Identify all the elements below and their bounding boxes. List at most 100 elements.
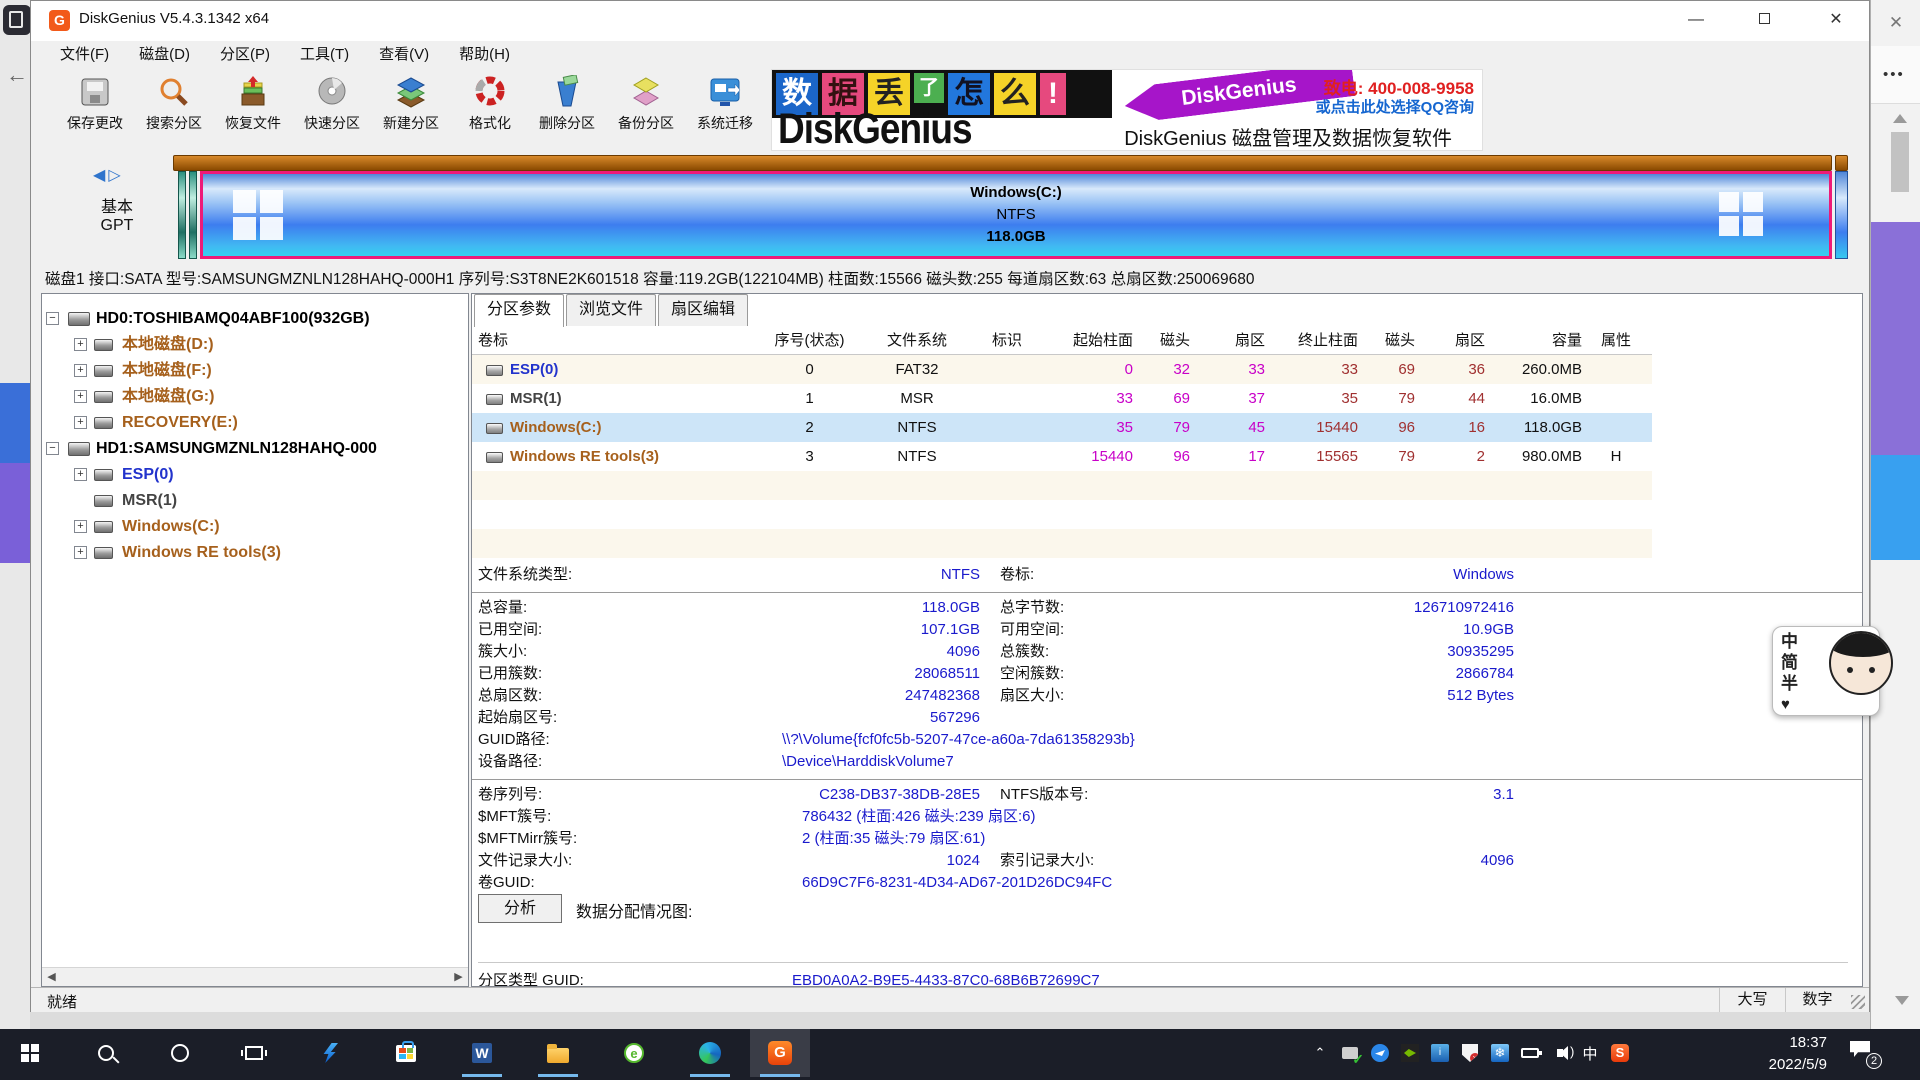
- tree-item-msr[interactable]: MSR(1): [42, 488, 468, 514]
- title-bar[interactable]: G DiskGenius V5.4.3.1342 x64 — ✕: [31, 1, 1869, 41]
- quick-partition-button[interactable]: 快速分区: [292, 73, 372, 149]
- ime-mode-labels: 中 简 半: [1781, 631, 1798, 694]
- tray-intel-graphics-icon[interactable]: i: [1425, 1038, 1455, 1068]
- banner-tagline: DiskGenius 磁盘管理及数据恢复软件: [1124, 122, 1452, 151]
- ime-floating-widget[interactable]: 中 简 半 ♥: [1772, 626, 1880, 716]
- back-arrow-icon[interactable]: ←: [4, 62, 30, 88]
- delete-partition-button[interactable]: 删除分区: [527, 73, 607, 149]
- search-button[interactable]: [76, 1029, 136, 1077]
- promo-banner[interactable]: 数 据 丢 了 怎 么 ! DiskGenius DiskGenius 致电: …: [771, 69, 1483, 151]
- expand-icon[interactable]: +: [74, 364, 87, 377]
- tray-sogou-icon[interactable]: S: [1605, 1038, 1635, 1068]
- tab-strip: 分区参数 浏览文件 扇区编辑: [474, 294, 750, 326]
- analyze-button[interactable]: 分析: [478, 894, 562, 923]
- partition-table: 卷标 序号(状态) 文件系统 标识 起始柱面 磁头 扇区 终止柱面 磁头 扇区 …: [472, 327, 1652, 558]
- expand-icon[interactable]: +: [74, 520, 87, 533]
- taskbar-app-edge[interactable]: [680, 1029, 740, 1077]
- tray-power-icon[interactable]: [1515, 1038, 1545, 1068]
- expand-icon[interactable]: +: [74, 468, 87, 481]
- banner-qq-link[interactable]: 或点击此处选择QQ咨询: [1316, 96, 1474, 117]
- scroll-left-icon[interactable]: ◀: [42, 968, 61, 986]
- tree-item-local-f[interactable]: +本地磁盘(F:): [42, 358, 468, 384]
- table-row-msr[interactable]: MSR(1) 1 MSR 33 69 37 35 79 44 16.0MB: [472, 384, 1652, 413]
- taskbar: W e G ⌃ ✓ i ❄ 中 S 18:37 2022/5/9 2: [0, 1029, 1920, 1080]
- tree-item-hd0[interactable]: −HD0:TOSHIBAMQ04ABF100(932GB): [42, 306, 468, 332]
- tab-partition-params[interactable]: 分区参数: [474, 294, 564, 327]
- expand-icon[interactable]: +: [74, 390, 87, 403]
- tree-item-local-g[interactable]: +本地磁盘(G:): [42, 384, 468, 410]
- tray-update-check-icon[interactable]: ✓: [1335, 1038, 1365, 1068]
- tree-item-recovery-e[interactable]: +RECOVERY(E:): [42, 410, 468, 436]
- tree-horizontal-scrollbar[interactable]: ◀ ▶: [42, 967, 468, 986]
- tab-sector-edit[interactable]: 扇区编辑: [658, 294, 748, 326]
- tree-item-hd1[interactable]: −HD1:SAMSUNGMZNLN128HAHQ-000: [42, 436, 468, 462]
- msr-partition-segment[interactable]: [189, 171, 197, 259]
- cortana-button[interactable]: [150, 1029, 210, 1077]
- disk-icon: [68, 442, 90, 456]
- recover-files-button[interactable]: 恢复文件: [213, 73, 293, 149]
- scroll-right-icon[interactable]: ▶: [449, 968, 468, 986]
- taskbar-clock[interactable]: 18:37 2022/5/9: [1735, 1032, 1827, 1076]
- taskbar-app-word[interactable]: W: [452, 1029, 512, 1077]
- resize-grip[interactable]: [1851, 995, 1865, 1009]
- tray-nvidia-icon[interactable]: [1395, 1038, 1425, 1068]
- table-row-windows-re[interactable]: Windows RE tools(3) 3 NTFS 15440 96 17 1…: [472, 442, 1652, 471]
- background-window-tab-icon[interactable]: [3, 5, 31, 35]
- new-partition-button[interactable]: 新建分区: [371, 73, 451, 149]
- menu-partition[interactable]: 分区(P): [205, 41, 285, 69]
- start-button[interactable]: [0, 1029, 60, 1077]
- minimize-button[interactable]: —: [1673, 1, 1719, 39]
- menu-tools[interactable]: 工具(T): [285, 41, 364, 69]
- menu-view[interactable]: 查看(V): [364, 41, 444, 69]
- taskbar-app-360browser[interactable]: e: [604, 1029, 664, 1077]
- background-close-icon[interactable]: ✕: [1881, 10, 1911, 36]
- scroll-down-arrow-icon[interactable]: [1895, 996, 1909, 1005]
- tray-snowflake-icon[interactable]: ❄: [1485, 1038, 1515, 1068]
- menu-help[interactable]: 帮助(H): [444, 41, 525, 69]
- task-view-button[interactable]: [224, 1029, 284, 1077]
- tab-browse-files[interactable]: 浏览文件: [566, 294, 656, 326]
- notification-center-button[interactable]: 2: [1848, 1039, 1878, 1067]
- taskbar-app-flash[interactable]: [300, 1029, 360, 1077]
- taskbar-app-store[interactable]: [376, 1029, 436, 1077]
- more-options-icon[interactable]: •••: [1883, 66, 1905, 83]
- tray-expand-icon[interactable]: ⌃: [1305, 1038, 1335, 1068]
- maximize-button[interactable]: [1741, 1, 1787, 39]
- taskbar-app-diskgenius-active[interactable]: G: [750, 1029, 810, 1077]
- tree-item-windows-c[interactable]: +Windows(C:): [42, 514, 468, 540]
- tray-security-shield-icon[interactable]: [1455, 1038, 1485, 1068]
- search-partition-button[interactable]: 搜索分区: [134, 73, 214, 149]
- table-row-esp[interactable]: ESP(0) 0 FAT32 0 32 33 33 69 36 260.0MB: [472, 355, 1652, 384]
- prev-disk-icon[interactable]: ◀: [93, 167, 108, 184]
- taskbar-app-explorer[interactable]: [528, 1029, 588, 1077]
- expand-icon[interactable]: +: [74, 546, 87, 559]
- tree-item-esp[interactable]: +ESP(0): [42, 462, 468, 488]
- collapse-icon[interactable]: −: [46, 312, 59, 325]
- tray-ime-indicator[interactable]: 中: [1575, 1038, 1605, 1068]
- menu-disk[interactable]: 磁盘(D): [124, 41, 205, 69]
- format-button[interactable]: 格式化: [450, 73, 530, 149]
- scroll-up-arrow-icon[interactable]: [1893, 114, 1907, 123]
- save-changes-button[interactable]: 保存更改: [55, 73, 135, 149]
- expand-icon[interactable]: +: [74, 416, 87, 429]
- tree-item-local-d[interactable]: +本地磁盘(D:): [42, 332, 468, 358]
- disk-partition-bar: Windows(C:) NTFS 118.0GB: [173, 155, 1849, 261]
- expand-icon[interactable]: +: [74, 338, 87, 351]
- next-disk-icon[interactable]: ▷: [108, 167, 123, 184]
- partition-type-guid-row: 分区类型 GUID: EBD0A0A2-B9E5-4433-87C0-68B6B…: [472, 970, 1863, 987]
- tree-item-windows-re[interactable]: +Windows RE tools(3): [42, 540, 468, 566]
- tray-volume-icon[interactable]: [1545, 1038, 1575, 1068]
- close-button[interactable]: ✕: [1813, 1, 1859, 39]
- disk-nav-arrows[interactable]: ◀▷: [93, 165, 124, 185]
- scrollbar-thumb[interactable]: [1891, 132, 1909, 192]
- collapse-icon[interactable]: −: [46, 442, 59, 455]
- esp-partition-segment[interactable]: [178, 171, 186, 259]
- table-row-windows-c-selected[interactable]: Windows(C:) 2 NTFS 35 79 45 15440 96 16 …: [472, 413, 1652, 442]
- menu-file[interactable]: 文件(F): [45, 41, 124, 69]
- re-tools-partition-segment[interactable]: [1835, 171, 1848, 259]
- system-migration-button[interactable]: 系统迁移: [685, 73, 765, 149]
- status-ready: 就绪: [47, 991, 77, 1012]
- tray-dingtalk-icon[interactable]: [1365, 1038, 1395, 1068]
- backup-partition-button[interactable]: 备份分区: [606, 73, 686, 149]
- windows-c-partition-segment[interactable]: Windows(C:) NTFS 118.0GB: [200, 171, 1832, 259]
